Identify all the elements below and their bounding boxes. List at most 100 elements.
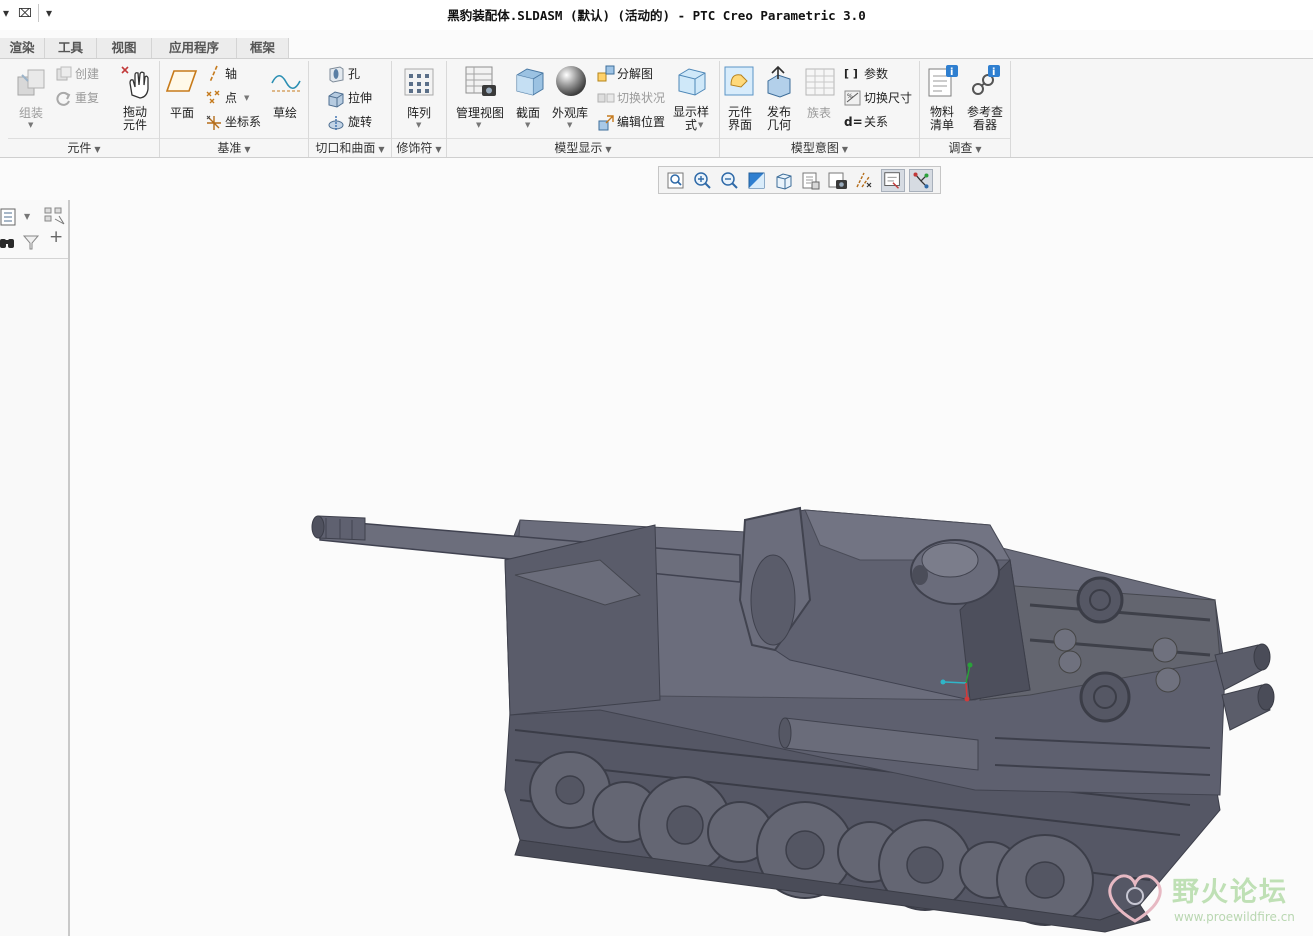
repeat-icon[interactable] — [56, 91, 72, 107]
group-label-cut-surface[interactable]: 切口和曲面 ▼ — [309, 138, 391, 157]
perspective-view-icon[interactable] — [853, 169, 877, 192]
switch-dimensions-label[interactable]: 切换尺寸 — [864, 92, 912, 105]
tab-framework[interactable]: 框架 — [237, 38, 289, 58]
bill-of-materials-label[interactable]: 物料 清单 — [924, 106, 960, 132]
component-interface-icon[interactable] — [723, 65, 757, 99]
display-style-label[interactable]: 显示样 式 — [670, 106, 712, 132]
edit-position-icon[interactable] — [597, 114, 615, 132]
repaint-icon[interactable] — [745, 169, 769, 192]
appearance-gallery-label[interactable]: 外观库 — [552, 107, 588, 120]
group-expand-icon: ▼ — [841, 145, 849, 154]
reference-viewer-label[interactable]: 参考查 看器 — [962, 106, 1008, 132]
pattern-dropdown-icon[interactable]: ▼ — [416, 121, 421, 129]
section-dropdown-icon[interactable]: ▼ — [525, 121, 530, 129]
hole-icon[interactable] — [327, 65, 345, 83]
find-binoculars-icon[interactable] — [0, 234, 16, 250]
edit-position-label[interactable]: 编辑位置 — [617, 116, 665, 129]
revolve-label[interactable]: 旋转 — [348, 116, 372, 129]
show-filter-icon[interactable] — [44, 206, 66, 226]
manage-views-icon[interactable] — [464, 65, 498, 99]
plane-icon[interactable] — [166, 69, 198, 93]
group-label-components[interactable]: 元件 ▼ — [8, 138, 160, 157]
create-icon[interactable] — [56, 66, 72, 82]
coordinate-system-label[interactable]: 坐标系 — [225, 116, 261, 129]
tree-settings-dropdown-icon[interactable]: ▼ — [24, 212, 30, 221]
group-label-model-display[interactable]: 模型显示 ▼ — [447, 138, 719, 157]
refit-icon[interactable] — [664, 169, 688, 192]
annotation-display-icon[interactable] — [881, 169, 905, 192]
family-table-label[interactable]: 族表 — [807, 107, 831, 120]
display-style-icon[interactable] — [675, 65, 709, 99]
switch-dimensions-icon[interactable]: % — [844, 90, 862, 106]
quick-access-dropdown-icon[interactable]: ▾ — [3, 6, 9, 20]
spin-center-icon[interactable] — [909, 169, 933, 192]
tab-render[interactable]: 渲染 — [0, 38, 45, 58]
display-style-dropdown-icon[interactable]: ▼ — [698, 121, 703, 129]
toggle-status-icon[interactable] — [597, 90, 615, 106]
reference-viewer-icon[interactable]: i — [968, 65, 1002, 99]
publish-geometry-icon[interactable] — [762, 65, 796, 99]
pattern-label[interactable]: 阵列 — [407, 107, 431, 120]
model-tree-icon[interactable] — [0, 208, 18, 226]
coordinate-system-icon[interactable] — [205, 114, 223, 132]
ribbon: 组装 ▼ 创建 重复 拖动 元件 元件 ▼ 平面 轴 点 ▼ 坐标系 草绘 基准… — [0, 58, 1313, 158]
tab-tools[interactable]: 工具 — [45, 38, 97, 58]
group-label-datum[interactable]: 基准 ▼ — [160, 138, 308, 157]
group-label-text: 切口和曲面 — [315, 141, 376, 155]
saved-orientations-icon[interactable] — [799, 169, 823, 192]
display-style-view-icon[interactable] — [772, 169, 796, 192]
parameters-icon[interactable]: [ ] — [844, 67, 858, 80]
sketch-icon[interactable] — [270, 67, 302, 97]
assemble-icon[interactable] — [16, 67, 48, 99]
toggle-status-label[interactable]: 切换状况 — [617, 92, 665, 105]
group-label-model-intent[interactable]: 模型意图 ▼ — [720, 138, 919, 157]
repeat-label[interactable]: 重复 — [75, 92, 99, 105]
appearance-gallery-dropdown-icon[interactable]: ▼ — [567, 121, 572, 129]
drag-components-icon[interactable] — [118, 65, 152, 101]
family-table-icon[interactable] — [804, 67, 836, 97]
zoom-in-icon[interactable] — [691, 169, 715, 192]
plane-label[interactable]: 平面 — [170, 107, 194, 120]
exploded-view-icon[interactable] — [597, 65, 615, 83]
parameters-label[interactable]: 参数 — [864, 68, 888, 81]
section-label[interactable]: 截面 — [516, 107, 540, 120]
extrude-label[interactable]: 拉伸 — [348, 92, 372, 105]
create-label[interactable]: 创建 — [75, 68, 99, 81]
close-window-icon[interactable]: ⌧ — [18, 6, 32, 20]
manage-views-label[interactable]: 管理视图 — [456, 107, 504, 120]
add-column-icon[interactable]: + — [49, 229, 63, 246]
watermark-logo-icon — [1108, 874, 1162, 923]
revolve-icon[interactable] — [327, 114, 345, 132]
axis-icon[interactable] — [206, 65, 222, 83]
point-label[interactable]: 点 — [225, 92, 237, 105]
point-icon[interactable] — [205, 90, 223, 106]
group-label-modifiers[interactable]: 修饰符 ▼ — [392, 138, 446, 157]
svg-text:i: i — [950, 67, 953, 78]
pattern-icon[interactable] — [403, 67, 435, 97]
extrude-icon[interactable] — [327, 90, 345, 108]
drag-components-label[interactable]: 拖动 元件 — [116, 106, 154, 132]
component-interface-label[interactable]: 元件 界面 — [722, 106, 758, 132]
customize-toolbar-icon[interactable]: ▾ — [46, 6, 52, 20]
publish-geometry-label[interactable]: 发布 几何 — [761, 106, 797, 132]
filter-icon[interactable] — [22, 234, 40, 250]
hole-label[interactable]: 孔 — [348, 68, 360, 81]
graphics-area[interactable] — [72, 196, 1313, 936]
assemble-dropdown-icon[interactable]: ▼ — [28, 121, 33, 129]
bill-of-materials-icon[interactable]: i — [926, 65, 960, 99]
exploded-view-label[interactable]: 分解图 — [617, 68, 653, 81]
section-icon[interactable] — [513, 65, 547, 99]
sketch-label[interactable]: 草绘 — [273, 107, 297, 120]
group-label-investigate[interactable]: 调查 ▼ — [920, 138, 1010, 157]
zoom-out-icon[interactable] — [718, 169, 742, 192]
tab-view[interactable]: 视图 — [97, 38, 152, 58]
tab-applications[interactable]: 应用程序 — [152, 38, 237, 58]
assemble-label[interactable]: 组装 — [19, 107, 43, 120]
point-dropdown-icon[interactable]: ▼ — [244, 94, 249, 102]
view-manager-icon[interactable] — [826, 169, 850, 192]
axis-label[interactable]: 轴 — [225, 68, 237, 81]
appearance-gallery-icon[interactable] — [554, 65, 588, 99]
relations-label[interactable]: 关系 — [864, 116, 888, 129]
relations-icon[interactable]: d= — [844, 116, 863, 129]
manage-views-dropdown-icon[interactable]: ▼ — [476, 121, 481, 129]
